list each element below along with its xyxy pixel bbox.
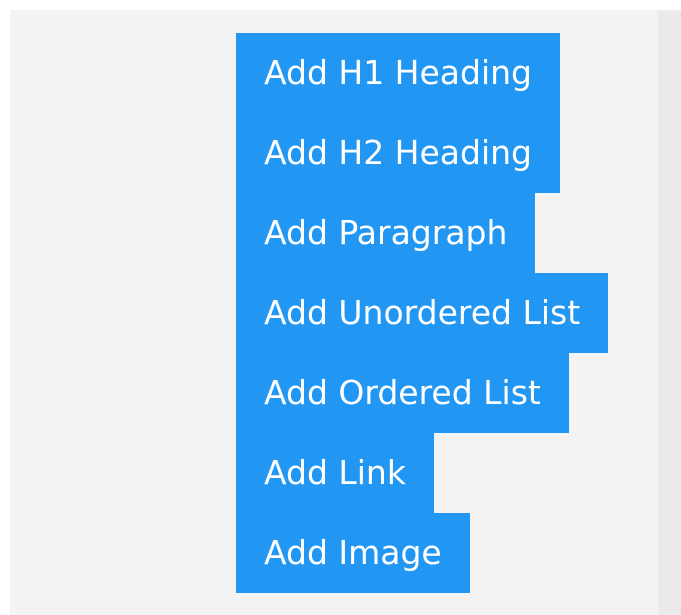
- add-image-button[interactable]: Add Image: [236, 513, 470, 593]
- add-h2-heading-button[interactable]: Add H2 Heading: [236, 113, 560, 193]
- add-link-button[interactable]: Add Link: [236, 433, 434, 513]
- panel-edge: [658, 10, 681, 615]
- add-unordered-list-button[interactable]: Add Unordered List: [236, 273, 609, 353]
- add-ordered-list-button[interactable]: Add Ordered List: [236, 353, 569, 433]
- add-paragraph-button[interactable]: Add Paragraph: [236, 193, 536, 273]
- add-element-toolbar: Add H1 Heading Add H2 Heading Add Paragr…: [236, 33, 609, 593]
- add-h1-heading-button[interactable]: Add H1 Heading: [236, 33, 560, 113]
